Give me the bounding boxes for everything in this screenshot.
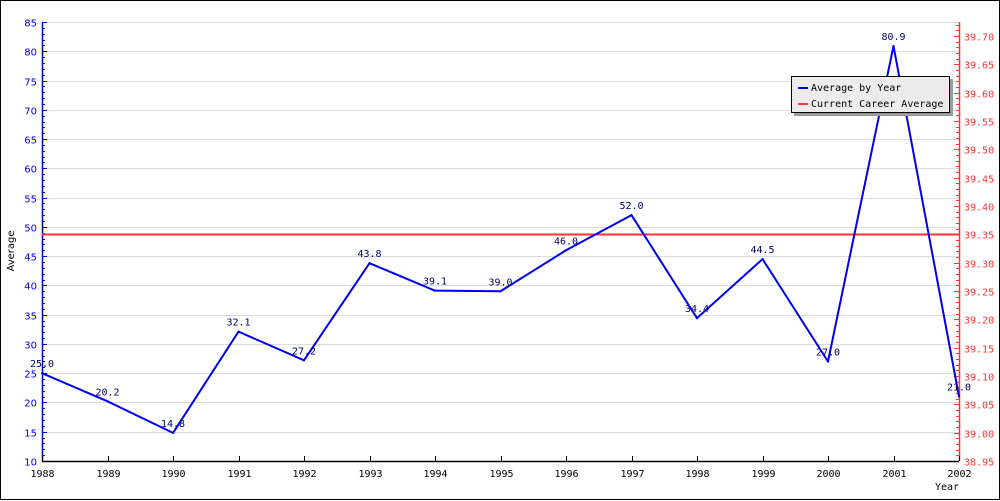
left-tick-label: 15: [24, 429, 37, 440]
average-by-year-segment: [630, 214, 698, 320]
right-tick-label: 39.40: [964, 203, 994, 214]
data-label: 27.2: [292, 346, 316, 357]
x-tick-label: 1990: [161, 469, 185, 480]
right-y-axis: 38.9539.0039.0539.1039.1539.2039.2539.30…: [954, 22, 994, 469]
x-tick-label: 1999: [751, 469, 775, 480]
average-by-year-point: [41, 372, 43, 375]
x-axis-title: Year: [935, 482, 959, 493]
right-tick-label: 39.35: [964, 231, 994, 242]
x-tick-label: 1989: [96, 469, 120, 480]
x-tick-label: 1992: [292, 469, 316, 480]
data-label: 14.8: [161, 419, 185, 430]
left-tick-label: 35: [24, 312, 37, 323]
right-tick-label: 39.15: [964, 345, 994, 356]
average-by-year-segment: [761, 258, 829, 363]
data-label: 20.2: [95, 387, 119, 398]
left-y-axis: 10 15 20 25 30 35 40 45 50 55 60 65 70 75 80 85: [24, 19, 47, 469]
data-label: 32.1: [226, 318, 250, 329]
right-tick-label: 39.45: [964, 175, 994, 186]
left-tick-label: 55: [24, 195, 37, 206]
right-tick-label: 39.20: [964, 316, 994, 327]
average-by-year-point: [434, 289, 436, 292]
data-label: 27.0: [816, 347, 840, 358]
left-tick-label: 80: [24, 48, 37, 59]
left-tick-label: 30: [24, 341, 37, 352]
left-tick-label: 50: [24, 224, 37, 235]
left-tick-label: 65: [24, 136, 37, 147]
average-by-year-point: [237, 330, 240, 333]
x-tick-label: 1993: [358, 469, 382, 480]
data-label: 46.0: [554, 236, 578, 247]
right-tick-label: 38.95: [964, 458, 994, 469]
x-tick-label: 1997: [620, 469, 644, 480]
data-label: 34.4: [685, 304, 709, 315]
chart-container: 10 15 20 25 30 35 40 45 50 55 60 65 70 75 80 85 38.95 39…: [0, 0, 1000, 500]
data-label: 39.1: [423, 277, 447, 288]
x-axis: 1988 1989 1990 1991 1992 1993 1994 1995 1996 1997…: [30, 456, 972, 480]
right-tick-label: 39.60: [964, 90, 994, 101]
average-by-year-segment: [434, 289, 502, 293]
x-tick-label: 2001: [882, 469, 906, 480]
x-tick-label: 1996: [554, 469, 578, 480]
average-by-year-point: [499, 290, 502, 293]
average-by-year-point: [827, 360, 829, 363]
data-label: 25.0: [30, 359, 54, 370]
average-by-year-point: [696, 317, 698, 320]
left-tick-label: 25: [24, 370, 37, 381]
average-by-year-point: [958, 395, 960, 398]
average-by-year-point: [368, 262, 371, 265]
data-label: 39.0: [488, 277, 512, 288]
left-tick-label: 40: [24, 282, 37, 293]
average-by-year-point: [892, 44, 895, 47]
average-by-year-point: [565, 249, 567, 252]
average-by-year-point: [761, 258, 764, 261]
data-label: 44.5: [750, 245, 774, 256]
right-tick-label: 39.30: [964, 260, 994, 271]
legend-item-average-by-year: Average by Year: [798, 80, 949, 96]
left-tick-label: 70: [24, 107, 37, 118]
x-tick-label: 1994: [423, 469, 447, 480]
x-tick-label: 1995: [489, 469, 513, 480]
left-tick-label: 60: [24, 165, 37, 176]
right-tick-label: 39.70: [964, 33, 994, 44]
average-by-year-point: [106, 400, 109, 403]
average-by-year-segment: [172, 330, 240, 434]
average-by-year-point: [303, 359, 305, 362]
legend: Average by Year Current Career Average: [791, 76, 950, 113]
right-tick-label: 39.00: [964, 430, 994, 441]
legend-swatch-red: [798, 103, 808, 105]
right-tick-label: 39.50: [964, 146, 994, 157]
data-label: 80.9: [881, 32, 905, 43]
legend-label: Average by Year: [811, 82, 902, 94]
left-tick-label: 20: [24, 399, 37, 410]
x-tick-label: 2000: [816, 469, 840, 480]
data-label: 43.8: [357, 249, 381, 260]
legend-label: Current Career Average: [811, 98, 944, 110]
x-tick-label: 1988: [30, 469, 54, 480]
left-tick-label: 10: [24, 458, 37, 469]
right-tick-label: 39.25: [964, 288, 994, 299]
legend-swatch-blue: [798, 87, 808, 89]
legend-item-career-average: Current Career Average: [798, 96, 949, 112]
x-tick-label: 2002: [947, 469, 971, 480]
x-tick-label: 1998: [685, 469, 709, 480]
right-tick-label: 39.55: [964, 118, 994, 129]
data-label: 21.0: [947, 383, 971, 394]
average-by-year-point: [172, 431, 174, 434]
average-by-year-point: [630, 214, 633, 217]
right-tick-label: 39.05: [964, 401, 994, 412]
right-tick-label: 39.65: [964, 61, 994, 72]
y-axis-title: Average: [6, 230, 17, 271]
left-tick-label: 45: [24, 253, 37, 264]
left-tick-label: 75: [24, 78, 37, 89]
data-label: 52.0: [619, 201, 643, 212]
left-tick-label: 85: [24, 19, 37, 30]
x-tick-label: 1991: [227, 469, 251, 480]
